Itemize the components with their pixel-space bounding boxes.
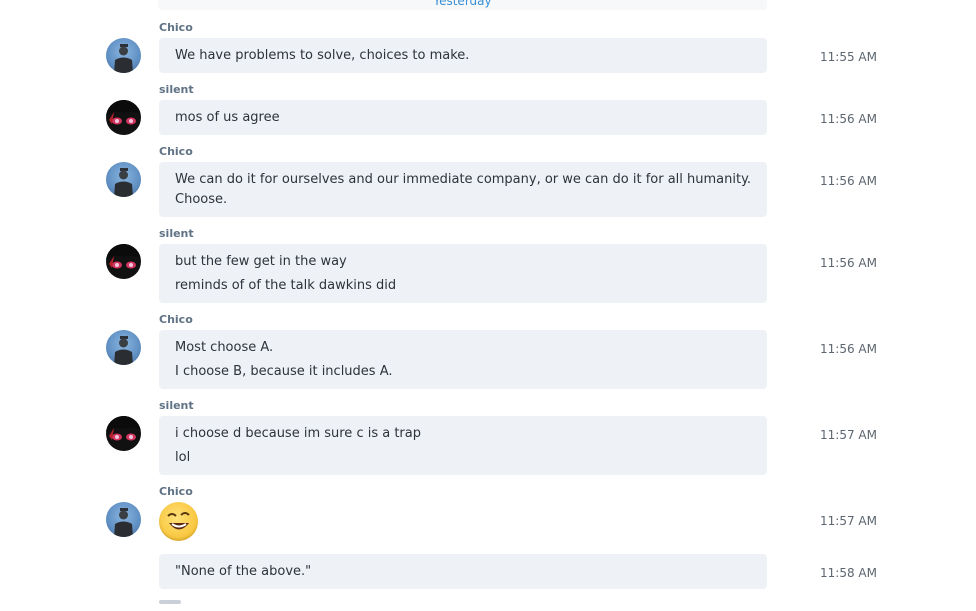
sender-name[interactable]: Chico: [159, 145, 193, 158]
message-timestamp: 11:56 AM: [820, 112, 877, 126]
message-bubble[interactable]: Most choose A. I choose B, because it in…: [159, 330, 767, 389]
person-icon: [114, 168, 133, 197]
person-icon: [114, 508, 133, 537]
message-text: i choose d because im sure c is a trap: [175, 426, 421, 441]
message-text: Most choose A.: [175, 340, 274, 355]
message-text: mos of us agree: [175, 110, 280, 125]
message-bubble[interactable]: "None of the above.": [159, 554, 767, 589]
avatar-chico[interactable]: [106, 330, 141, 365]
message-bubble[interactable]: i choose d because im sure c is a trap l…: [159, 416, 767, 475]
sender-name[interactable]: Chico: [159, 21, 193, 34]
date-divider: Yesterday: [158, 0, 767, 10]
message-text: lol: [175, 450, 191, 465]
message-text: reminds of of the talk dawkins did: [175, 278, 397, 293]
message-bubble[interactable]: We can do it for ourselves and our immed…: [159, 162, 767, 217]
avatar-silent[interactable]: [106, 100, 141, 135]
avatar-silent[interactable]: [106, 244, 141, 279]
anime-character-icon: [106, 100, 141, 125]
sender-name[interactable]: Chico: [159, 485, 193, 498]
next-sender-name-cutoff: [159, 600, 181, 604]
sender-name[interactable]: Chico: [159, 313, 193, 326]
message-text: We have problems to solve, choices to ma…: [175, 48, 470, 63]
message-timestamp: 11:57 AM: [820, 428, 877, 442]
avatar-chico[interactable]: [106, 502, 141, 537]
sender-name[interactable]: silent: [159, 83, 194, 96]
sender-name[interactable]: silent: [159, 227, 194, 240]
avatar-chico[interactable]: [106, 162, 141, 197]
laughing-face-icon: [167, 512, 190, 530]
avatar-silent[interactable]: [106, 416, 141, 451]
message-bubble[interactable]: but the few get in the way reminds of of…: [159, 244, 767, 303]
message-text: "None of the above.": [175, 564, 312, 579]
laughing-face-emoji-icon[interactable]: [159, 502, 198, 541]
message-timestamp: 11:56 AM: [820, 174, 877, 188]
message-bubble[interactable]: mos of us agree: [159, 100, 767, 135]
message-text: I choose B, because it includes A.: [175, 364, 393, 379]
anime-character-icon: [106, 244, 141, 269]
message-timestamp: 11:55 AM: [820, 50, 877, 64]
sender-name[interactable]: silent: [159, 399, 194, 412]
message-timestamp: 11:58 AM: [820, 566, 877, 580]
anime-character-icon: [106, 416, 141, 441]
message-timestamp: 11:56 AM: [820, 256, 877, 270]
message-timestamp: 11:56 AM: [820, 342, 877, 356]
person-icon: [114, 336, 133, 365]
person-icon: [114, 44, 133, 73]
message-bubble[interactable]: We have problems to solve, choices to ma…: [159, 38, 767, 73]
message-text: Choose.: [175, 192, 228, 207]
message-text: We can do it for ourselves and our immed…: [175, 172, 752, 187]
avatar-chico[interactable]: [106, 38, 141, 73]
message-timestamp: 11:57 AM: [820, 514, 877, 528]
message-text: but the few get in the way: [175, 254, 347, 269]
